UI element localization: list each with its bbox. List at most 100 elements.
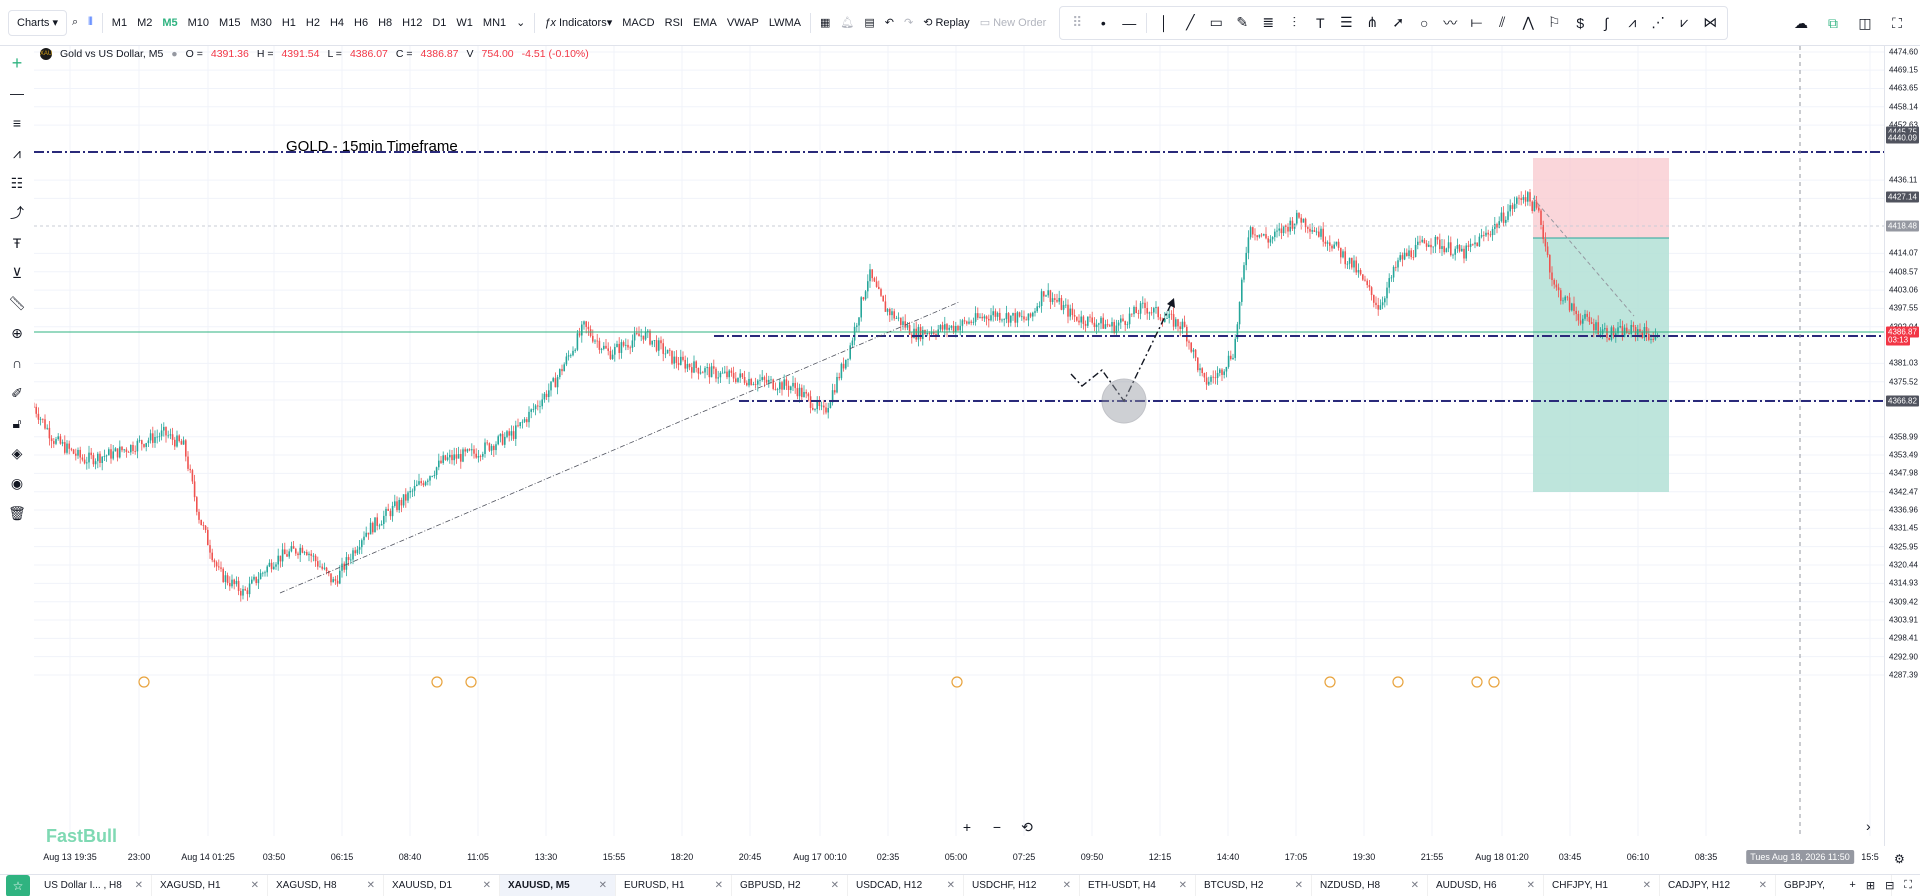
elliott-wave-icon[interactable]: ⩗ bbox=[1671, 10, 1697, 36]
timeframe-m5[interactable]: M5 bbox=[157, 10, 182, 36]
fullscreen-icon[interactable]: ⛶ bbox=[1884, 10, 1910, 36]
curve-icon[interactable]: ∫ bbox=[1593, 10, 1619, 36]
timeframe-m2[interactable]: M2 bbox=[132, 10, 157, 36]
replay-button[interactable]: ⟲ Replay bbox=[918, 10, 974, 36]
dot-icon[interactable]: • bbox=[1090, 10, 1116, 36]
chart-tab[interactable]: CADJPY, H12 ✕ bbox=[1660, 874, 1776, 896]
undo-button[interactable]: ↶ bbox=[880, 10, 899, 36]
line-style-icon[interactable]: — bbox=[1116, 10, 1142, 36]
close-tab-icon[interactable]: ✕ bbox=[483, 880, 491, 891]
close-tab-icon[interactable]: ✕ bbox=[1295, 880, 1303, 891]
timeframe-h8[interactable]: H8 bbox=[373, 10, 397, 36]
templates-button[interactable]: ▦ bbox=[815, 10, 835, 36]
gann-icon[interactable]: ☷ bbox=[3, 170, 31, 196]
trend-line-icon[interactable]: ╱ bbox=[1177, 10, 1203, 36]
close-tab-icon[interactable]: ✕ bbox=[135, 880, 143, 891]
price-axis[interactable]: 4474.60 4469.15 4463.65 4458.14 4452.63 4436.… bbox=[1884, 46, 1920, 846]
chart-tab[interactable]: NZDUSD, H8 ✕ bbox=[1312, 874, 1428, 896]
close-tab-icon[interactable]: ✕ bbox=[715, 880, 723, 891]
measure-icon[interactable]: ⊻ bbox=[3, 260, 31, 286]
charts-dropdown[interactable]: Charts ▾ bbox=[8, 9, 67, 36]
redo-button[interactable]: ↷ bbox=[899, 10, 918, 36]
alert-button[interactable]: 🔔︎ bbox=[835, 10, 859, 36]
expand-icon[interactable]: ⛶ bbox=[1904, 879, 1912, 892]
chart-tab[interactable]: XAGUSD, H1 ✕ bbox=[152, 874, 268, 896]
close-tab-icon[interactable]: ✕ bbox=[1643, 880, 1651, 891]
timeframe-w1[interactable]: W1 bbox=[451, 10, 478, 36]
fib-retracement-icon[interactable]: ≣ bbox=[1255, 10, 1281, 36]
pattern-icon[interactable]: ⋀ bbox=[1515, 10, 1541, 36]
layout-icon[interactable]: ⊞ bbox=[1866, 879, 1875, 892]
new-order-button[interactable]: ▭ New Order bbox=[975, 10, 1052, 36]
xabcd-icon[interactable]: ⩘ bbox=[1619, 10, 1645, 36]
rectangle-icon[interactable]: ▭ bbox=[1203, 10, 1229, 36]
reset-zoom-button[interactable]: ⟲ bbox=[1018, 818, 1036, 836]
drag-handle-icon[interactable]: ⠿ bbox=[1064, 10, 1090, 36]
trash-icon[interactable]: 🗑︎ bbox=[3, 500, 31, 526]
arrow-icon[interactable]: ➚ bbox=[1385, 10, 1411, 36]
pencil-lock-icon[interactable]: ✐ bbox=[3, 380, 31, 406]
layers-icon[interactable]: ◈ bbox=[3, 440, 31, 466]
split-view-icon[interactable]: ⊟ bbox=[1885, 879, 1894, 892]
time-axis[interactable]: Aug 13 19:35 23:00 Aug 14 01:25 03:50 06:15 0… bbox=[34, 850, 1884, 870]
chart-text-annotation[interactable]: GOLD - 15min Timeframe bbox=[286, 138, 458, 155]
vertical-line-icon[interactable]: │ bbox=[1151, 10, 1177, 36]
path-icon[interactable]: 〰 bbox=[1437, 10, 1463, 36]
text-tool-icon[interactable]: Ŧ bbox=[3, 230, 31, 256]
timeframe-d1[interactable]: D1 bbox=[427, 10, 451, 36]
close-tab-icon[interactable]: ✕ bbox=[1411, 880, 1419, 891]
timeframe-m30[interactable]: M30 bbox=[245, 10, 276, 36]
timeframe-m1[interactable]: M1 bbox=[107, 10, 132, 36]
close-tab-icon[interactable]: ✕ bbox=[1179, 880, 1187, 891]
indicator-macd[interactable]: MACD bbox=[617, 10, 659, 36]
open-external-icon[interactable]: ⧉ bbox=[1820, 10, 1846, 36]
close-tab-icon[interactable]: ✕ bbox=[947, 880, 955, 891]
timeframe-h2[interactable]: H2 bbox=[301, 10, 325, 36]
fib-levels-icon[interactable]: ≡ bbox=[3, 110, 31, 136]
pitchfork-icon[interactable]: ⋔ bbox=[1359, 10, 1385, 36]
chart-tab[interactable]: ETH-USDT, H4 ✕ bbox=[1080, 874, 1196, 896]
fib-fan-icon[interactable]: ⫶ bbox=[1281, 10, 1307, 36]
crosshair-icon[interactable]: + bbox=[3, 50, 31, 76]
indicators-button[interactable]: ƒx Indicators ▾ bbox=[539, 10, 617, 36]
indicator-rsi[interactable]: RSI bbox=[660, 10, 688, 36]
close-tab-icon[interactable]: ✕ bbox=[367, 880, 375, 891]
magnet-icon[interactable]: ∩ bbox=[3, 350, 31, 376]
chart-tab[interactable]: CHFJPY, H1 ✕ bbox=[1544, 874, 1660, 896]
search-button[interactable]: ⌕ bbox=[67, 10, 83, 36]
brush-icon[interactable]: ✎ bbox=[1229, 10, 1255, 36]
close-tab-icon[interactable]: ✕ bbox=[599, 880, 607, 891]
timeframe-m15[interactable]: M15 bbox=[214, 10, 245, 36]
abcd-icon[interactable]: ⋈ bbox=[1697, 10, 1723, 36]
chart-tab[interactable]: AUDUSD, H6 ✕ bbox=[1428, 874, 1544, 896]
timeframe-h6[interactable]: H6 bbox=[349, 10, 373, 36]
dollar-icon[interactable]: $ bbox=[1567, 10, 1593, 36]
close-tab-icon[interactable]: ✕ bbox=[831, 880, 839, 891]
chart-type-button[interactable]: ⫴ bbox=[83, 10, 98, 36]
chart-tab[interactable]: XAUUSD, D1 ✕ bbox=[384, 874, 500, 896]
calendar-button[interactable]: ▤ bbox=[859, 10, 879, 36]
zoom-in-button[interactable]: + bbox=[958, 818, 976, 836]
scroll-to-latest-button[interactable]: › bbox=[1866, 818, 1871, 834]
eye-icon[interactable]: ◉ bbox=[3, 470, 31, 496]
close-tab-icon[interactable]: ✕ bbox=[251, 880, 259, 891]
parallel-channel-icon[interactable]: ⫽ bbox=[1489, 10, 1515, 36]
timeframe-mn1[interactable]: MN1 bbox=[478, 10, 511, 36]
chart-tab[interactable]: BTCUSD, H2 ✕ bbox=[1196, 874, 1312, 896]
horizontal-line-icon[interactable]: ⟝ bbox=[1463, 10, 1489, 36]
trend-icon[interactable]: ⤴ bbox=[3, 200, 31, 226]
circle-icon[interactable]: ○ bbox=[1411, 10, 1437, 36]
chart-tab[interactable]: USDCHF, H12 ✕ bbox=[964, 874, 1080, 896]
close-tab-icon[interactable]: ✕ bbox=[1527, 880, 1535, 891]
timeframe-h1[interactable]: H1 bbox=[277, 10, 301, 36]
indicator-vwap[interactable]: VWAP bbox=[722, 10, 764, 36]
chart-tab[interactable]: USDCAD, H12 ✕ bbox=[848, 874, 964, 896]
star-icon[interactable]: ☆ bbox=[6, 874, 30, 896]
timeframe-more-button[interactable]: ⌄ bbox=[511, 10, 530, 36]
axis-settings-icon[interactable]: ⚙ bbox=[1894, 852, 1905, 866]
indicator-lwma[interactable]: LWMA bbox=[764, 10, 806, 36]
add-tab-icon[interactable]: + bbox=[1849, 879, 1855, 892]
zoom-in-icon[interactable]: ⊕ bbox=[3, 320, 31, 346]
chart-tab[interactable]: GBPUSD, H2 ✕ bbox=[732, 874, 848, 896]
channel-icon[interactable]: ☰ bbox=[1333, 10, 1359, 36]
